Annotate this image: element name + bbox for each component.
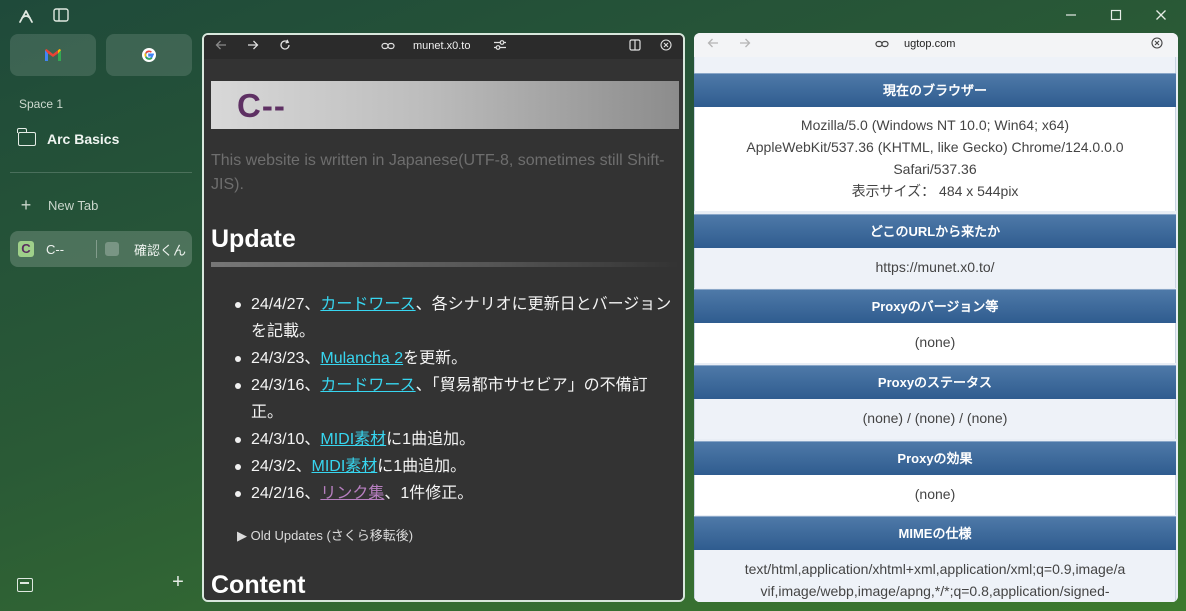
add-icon[interactable]: + xyxy=(168,572,188,592)
split-pane-right: ugtop.com 現在のブラウザー Mozilla/5.0 (Windows … xyxy=(694,33,1178,602)
content-heading: Content xyxy=(211,571,306,599)
back-arrow-icon[interactable] xyxy=(213,39,229,55)
folder-label: Arc Basics xyxy=(47,131,120,147)
back-arrow-icon[interactable] xyxy=(705,37,721,53)
title-bar xyxy=(0,0,1186,32)
right-pane-url[interactable]: ugtop.com xyxy=(904,38,955,50)
placeholder-favicon-icon xyxy=(105,242,119,256)
list-item: 24/3/2、MIDI素材に1曲追加。 xyxy=(235,453,676,480)
link-icon[interactable] xyxy=(874,37,890,53)
reload-icon[interactable] xyxy=(277,39,293,55)
section-body-partial xyxy=(694,57,1176,73)
pinned-tab-gmail[interactable] xyxy=(10,34,96,76)
link-cardwirth[interactable]: カードワース xyxy=(320,377,415,394)
left-pane-url[interactable]: munet.x0.to xyxy=(413,40,470,52)
minimize-button[interactable] xyxy=(1056,6,1086,26)
arc-logo-icon[interactable] xyxy=(17,8,35,26)
maximize-button[interactable] xyxy=(1101,6,1131,26)
plus-icon: + xyxy=(20,194,32,215)
new-tab-button[interactable]: + New Tab xyxy=(10,192,192,218)
right-page-content: 現在のブラウザー Mozilla/5.0 (Windows NT 10.0; W… xyxy=(694,57,1178,602)
split-tab-right-title: 確認くん xyxy=(134,242,187,258)
close-pane-icon[interactable] xyxy=(658,39,674,55)
split-view-tab[interactable]: C C-- 確認くん xyxy=(10,231,192,267)
language-note: This website is written in Japanese(UTF-… xyxy=(211,152,665,193)
left-page-content: C-- This website is written in Japanese(… xyxy=(204,59,683,600)
section-body-proxy-effect: (none) xyxy=(694,475,1176,515)
section-header-mime: MIMEの仕様 xyxy=(694,516,1176,550)
google-icon xyxy=(142,48,156,62)
c-minus-favicon-icon: C xyxy=(18,241,34,257)
site-settings-icon[interactable] xyxy=(492,39,508,55)
list-item: 24/3/23、Mulancha 2を更新。 xyxy=(235,345,676,372)
list-item: 24/4/27、カードワース、各シナリオに更新日とバージョンを記載。 xyxy=(235,291,676,345)
list-item: 24/3/10、MIDI素材に1曲追加。 xyxy=(235,426,676,453)
archive-icon[interactable] xyxy=(17,578,33,592)
section-header-proxy-version: Proxyのバージョン等 xyxy=(694,289,1176,323)
new-tab-label: New Tab xyxy=(48,197,99,213)
folder-icon xyxy=(17,128,36,146)
folder-arc-basics[interactable]: Arc Basics xyxy=(10,124,192,154)
section-header-browser: 現在のブラウザー xyxy=(694,73,1176,107)
link-icon[interactable] xyxy=(380,39,396,55)
link-cardwirth[interactable]: カードワース xyxy=(320,296,415,313)
section-body-proxy-status: (none) / (none) / (none) xyxy=(694,399,1176,439)
list-item: 24/2/16、リンク集、1件修正。 xyxy=(235,480,676,507)
sidebar-divider xyxy=(10,172,192,173)
split-view-icon[interactable] xyxy=(627,39,643,55)
pinned-tab-google[interactable] xyxy=(106,34,192,76)
section-body-referer: https://munet.x0.to/ xyxy=(694,248,1176,288)
split-pane-left: munet.x0.to C-- This website is written … xyxy=(202,33,685,602)
old-updates-toggle[interactable]: ▶ Old Updates (さくら移転後) xyxy=(237,525,413,544)
section-body-mime: text/html,application/xhtml+xml,applicat… xyxy=(694,550,1176,602)
link-midi[interactable]: MIDI素材 xyxy=(320,431,386,448)
update-list: 24/4/27、カードワース、各シナリオに更新日とバージョンを記載。 24/3/… xyxy=(235,291,676,507)
list-item: 24/3/16、カードワース、「貿易都市サセビア」の不備訂正。 xyxy=(235,372,676,426)
update-heading: Update xyxy=(211,225,296,253)
split-tab-separator xyxy=(96,240,97,258)
section-header-referer: どこのURLから来たか xyxy=(694,214,1176,248)
forward-arrow-icon[interactable] xyxy=(737,37,753,53)
link-mulancha[interactable]: Mulancha 2 xyxy=(320,350,403,367)
section-header-proxy-effect: Proxyの効果 xyxy=(694,441,1176,475)
close-pane-icon[interactable] xyxy=(1149,37,1165,53)
section-body-browser: Mozilla/5.0 (Windows NT 10.0; Win64; x64… xyxy=(694,107,1176,211)
left-pane-toolbar: munet.x0.to xyxy=(204,35,683,59)
split-tab-left-title: C-- xyxy=(46,241,65,257)
banner-title: C-- xyxy=(237,87,286,124)
sidebar: Space 1 Arc Basics + New Tab C C-- 確認くん … xyxy=(0,32,202,611)
heading-rule xyxy=(211,262,679,267)
forward-arrow-icon[interactable] xyxy=(245,39,261,55)
section-header-proxy-status: Proxyのステータス xyxy=(694,365,1176,399)
section-body-proxy-version: (none) xyxy=(694,323,1176,363)
site-banner: C-- xyxy=(211,81,679,129)
right-pane-toolbar: ugtop.com xyxy=(694,33,1178,57)
close-window-button[interactable] xyxy=(1146,6,1176,26)
gmail-icon xyxy=(45,49,61,61)
space-label: Space 1 xyxy=(19,97,64,111)
link-midi[interactable]: MIDI素材 xyxy=(312,458,378,475)
sidebar-toggle-icon[interactable] xyxy=(52,8,70,26)
link-links[interactable]: リンク集 xyxy=(320,485,384,502)
